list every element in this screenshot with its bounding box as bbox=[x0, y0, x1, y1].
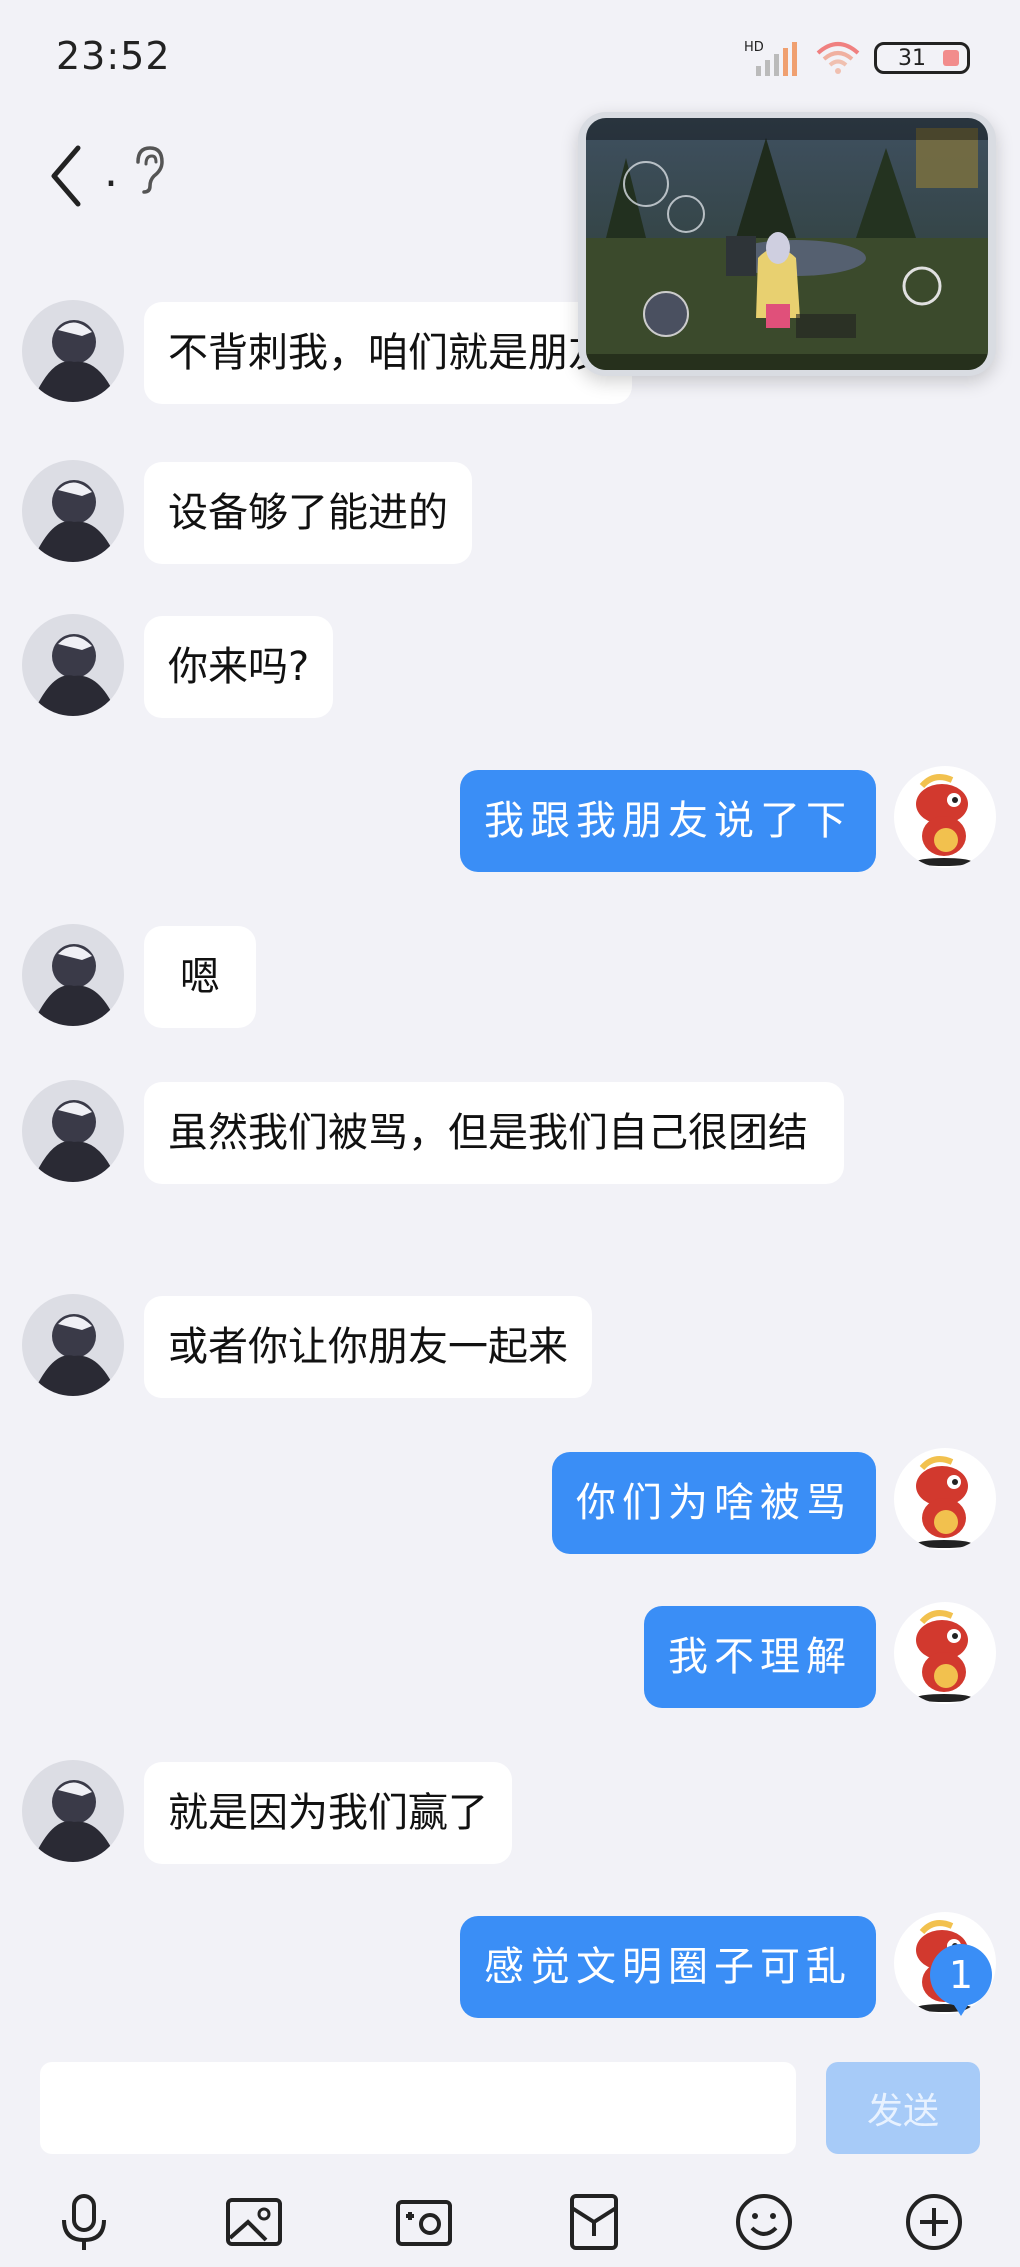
message-bubble-incoming[interactable]: 或者你让你朋友一起来 bbox=[144, 1296, 592, 1398]
image-icon[interactable] bbox=[222, 2190, 286, 2254]
message-bubble-incoming[interactable]: 嗯 bbox=[144, 926, 256, 1028]
contact-avatar[interactable] bbox=[22, 924, 124, 1026]
contact-avatar[interactable] bbox=[22, 1080, 124, 1182]
game-video-thumbnail[interactable] bbox=[586, 118, 988, 370]
wifi-icon bbox=[816, 42, 860, 74]
contact-avatar[interactable] bbox=[22, 1760, 124, 1862]
floating-video-window[interactable] bbox=[578, 112, 996, 376]
message-bubble-outgoing[interactable]: 我跟我朋友说了下 bbox=[460, 770, 876, 872]
camera-icon[interactable] bbox=[392, 2190, 456, 2254]
my-avatar[interactable] bbox=[894, 1602, 996, 1704]
battery-level: 31 bbox=[898, 45, 926, 71]
back-arrow-icon[interactable] bbox=[38, 136, 98, 216]
message-bubble-incoming[interactable]: 虽然我们被骂，但是我们自己很团结 bbox=[144, 1082, 844, 1184]
contact-avatar[interactable] bbox=[22, 460, 124, 562]
microphone-icon[interactable] bbox=[52, 2190, 116, 2254]
message-bubble-incoming[interactable]: 不背刺我，咱们就是朋友 bbox=[144, 302, 632, 404]
my-avatar[interactable] bbox=[894, 766, 996, 868]
status-time: 23:52 bbox=[56, 34, 171, 78]
emoji-icon[interactable] bbox=[732, 2190, 796, 2254]
message-list[interactable]: 不背刺我，咱们就是朋友 设备够了能进的 你来吗? 我跟我朋友说了下 嗯 虽然我们… bbox=[0, 230, 1020, 2050]
contact-avatar[interactable] bbox=[22, 614, 124, 716]
message-bubble-incoming[interactable]: 你来吗? bbox=[144, 616, 334, 718]
status-bar: 23:52 HD 31 bbox=[0, 0, 1020, 120]
unread-badge[interactable]: 1 bbox=[930, 1944, 992, 2016]
red-packet-icon[interactable] bbox=[562, 2190, 626, 2254]
composer: 发送 bbox=[0, 2044, 1020, 2267]
chat-title: . bbox=[104, 146, 118, 197]
signal-icon: HD bbox=[744, 40, 797, 76]
message-bubble-outgoing[interactable]: 感觉文明圈子可乱 bbox=[460, 1916, 876, 2018]
contact-avatar[interactable] bbox=[22, 1294, 124, 1396]
message-bubble-incoming[interactable]: 就是因为我们赢了 bbox=[144, 1762, 512, 1864]
input-toolbar bbox=[0, 2182, 1020, 2262]
message-input[interactable] bbox=[40, 2062, 796, 2154]
status-icons: HD 31 bbox=[744, 38, 970, 78]
contact-avatar[interactable] bbox=[22, 300, 124, 402]
my-avatar[interactable] bbox=[894, 1448, 996, 1550]
ear-icon[interactable] bbox=[128, 140, 168, 200]
send-button[interactable]: 发送 bbox=[826, 2062, 980, 2154]
message-bubble-incoming[interactable]: 设备够了能进的 bbox=[144, 462, 472, 564]
plus-icon[interactable] bbox=[902, 2190, 966, 2254]
message-bubble-outgoing[interactable]: 我不理解 bbox=[644, 1606, 876, 1708]
message-bubble-outgoing[interactable]: 你们为啥被骂 bbox=[552, 1452, 876, 1554]
svg-text:HD: HD bbox=[744, 40, 764, 55]
battery-icon: 31 bbox=[874, 42, 970, 74]
